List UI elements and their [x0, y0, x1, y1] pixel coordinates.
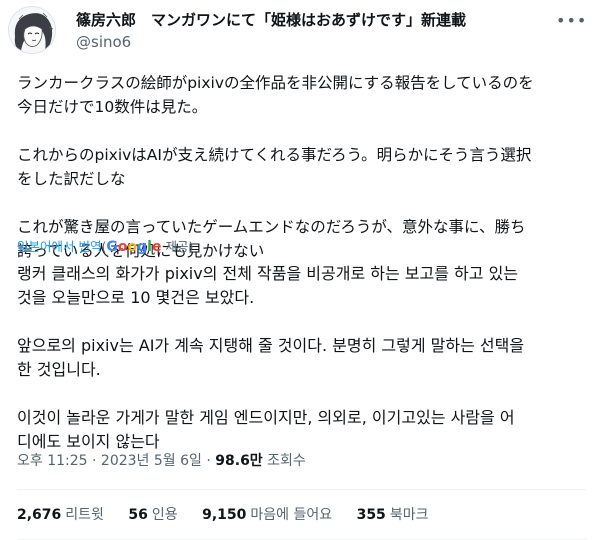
google-logo-letter: o [127, 239, 138, 255]
translation-bar: 일본어에서 번역(Google 제공) [17, 236, 193, 258]
google-logo: Google [106, 239, 161, 255]
tweet-line: これからのpixivはAIが支え続けてくれる事だろう。明らかにそう言う選択 [17, 146, 532, 164]
google-logo-letter: G [106, 239, 118, 255]
author-names: 篠房六郎 マンガワンにて「姫様はおあずけです」新連載 @sino6 [76, 10, 536, 52]
avatar[interactable] [8, 6, 56, 54]
tweet-line: をした訳だしな [17, 170, 126, 188]
stat-label: 마음에 들어요 [250, 507, 333, 523]
avatar-illustration-icon [9, 7, 55, 53]
stat-number: 9,150 [202, 507, 247, 523]
translated-line: 앞으로의 pixiv는 AI가 계속 지탱해 줄 것이다. 분명히 그렇게 말하… [17, 336, 525, 355]
quotes-stat[interactable]: 56 인용 [128, 505, 177, 525]
google-logo-letter: o [117, 239, 128, 255]
stat-label: 인용 [151, 507, 178, 523]
translated-line: 한 것입니다. [17, 360, 101, 379]
tweet-stats: 2,676 리트윗 56 인용 9,150 마음에 들어요 355 북마크 [17, 505, 448, 525]
stat-label: 리트윗 [65, 507, 104, 523]
stat-label: 북마크 [389, 507, 429, 523]
tweet-line: 今日だけで10数件は見た。 [17, 98, 208, 116]
google-logo-letter: g [137, 239, 148, 255]
stat-number: 56 [128, 507, 148, 523]
tweet-text: ランカークラスの絵師がpixivの全作品を非公開にする報告をしているのを 今日だ… [17, 71, 587, 263]
translation-by-suffix: 제공) [161, 239, 194, 254]
meta-separator: · [87, 453, 101, 469]
meta-separator: · [201, 453, 216, 469]
retweets-stat[interactable]: 2,676 리트윗 [17, 505, 104, 525]
translated-from-link[interactable]: 일본어에서 번역 [17, 239, 101, 254]
more-options-button[interactable]: ••• [556, 10, 586, 32]
translated-line: 것을 오늘만으로 10 몇건은 보았다. [17, 288, 255, 307]
divider [17, 489, 587, 490]
tweet-header: 篠房六郎 マンガワンにて「姫様はおあずけです」新連載 @sino6 ••• [0, 0, 594, 62]
translated-line: 랭커 클래스의 화가가 pixiv의 전체 작품을 비공개로 하는 보고를 하고… [17, 264, 519, 283]
stat-number: 355 [356, 507, 386, 523]
views-count: 98.6만 [215, 453, 263, 469]
stat-number: 2,676 [17, 507, 62, 523]
more-horizontal-icon: ••• [556, 11, 588, 30]
tweet-date-link[interactable]: 2023년 5월 6일 [101, 453, 202, 469]
views-label: 조회수 [262, 453, 306, 469]
author-handle[interactable]: @sino6 [76, 32, 536, 52]
tweet-timestamp: 오후 11:25 · 2023년 5월 6일 · 98.6만 조회수 [17, 451, 306, 471]
translated-text: 랭커 클래스의 화가가 pixiv의 전체 작품을 비공개로 하는 보고를 하고… [17, 262, 587, 454]
tweet-line: ランカークラスの絵師がpixivの全作品を非公開にする報告をしているのを [17, 74, 534, 92]
translated-line: 이것이 놀라운 가게가 말한 게임 엔드이지만, 의외로, 이기고있는 사람을 … [17, 408, 515, 427]
author-display-name[interactable]: 篠房六郎 マンガワンにて「姫様はおあずけです」新連載 [76, 10, 536, 30]
bookmarks-stat[interactable]: 355 북마크 [357, 505, 429, 525]
likes-stat[interactable]: 9,150 마음에 들어요 [202, 505, 332, 525]
tweet-time-link[interactable]: 오후 11:25 [17, 453, 88, 469]
